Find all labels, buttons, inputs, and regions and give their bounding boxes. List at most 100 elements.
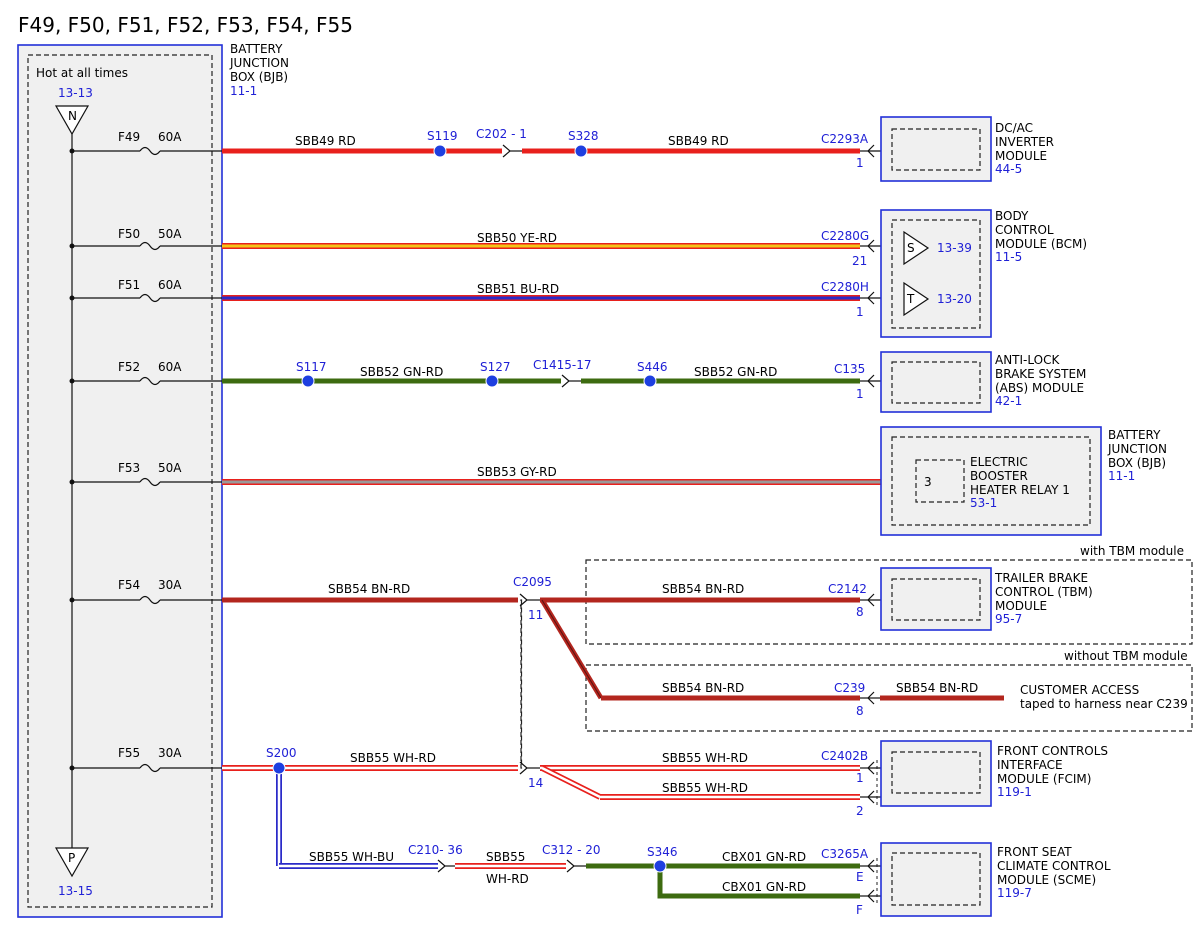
wire-label-f51: SBB51 BU-RD bbox=[477, 282, 559, 296]
connector-c2280h-pin: 1 bbox=[856, 305, 864, 319]
module-bcm-line-1: BODY bbox=[995, 209, 1029, 223]
module-tbm-line-3: MODULE bbox=[995, 599, 1047, 613]
module-scme-inner bbox=[891, 852, 981, 906]
connector-c2280g[interactable]: C2280G bbox=[821, 229, 869, 243]
bcm-t-ref[interactable]: 13-20 bbox=[937, 292, 972, 306]
connector-c2402b-pin-b: 2 bbox=[856, 804, 864, 818]
module-scme-line-1: FRONT SEAT bbox=[997, 845, 1072, 859]
module-dcac-line-2: INVERTER bbox=[995, 135, 1054, 149]
wire-label-f55-bu: SBB55 WH-BU bbox=[309, 850, 394, 864]
fuse-f54-id: F54 bbox=[118, 578, 140, 592]
module-fcim-line-3: MODULE (FCIM) bbox=[997, 772, 1091, 786]
connector-c239[interactable]: C239 bbox=[834, 681, 865, 695]
customer-access-1: CUSTOMER ACCESS bbox=[1020, 683, 1139, 697]
wire-label-f55-mid-2: WH-RD bbox=[486, 872, 529, 886]
c2095-dashed-link bbox=[520, 599, 523, 769]
module-fcim-line-2: INTERFACE bbox=[997, 758, 1063, 772]
module-scme-line-3: MODULE (SCME) bbox=[997, 873, 1096, 887]
connector-c202[interactable]: C202 - 1 bbox=[476, 127, 527, 141]
fuse-f50-rating: 50A bbox=[158, 227, 182, 241]
connector-c1415[interactable]: C1415-17 bbox=[533, 358, 592, 372]
wire-label-f54-c: SBB54 BN-RD bbox=[662, 681, 744, 695]
wire-label-f50: SBB50 YE-RD bbox=[477, 231, 557, 245]
bjb-box bbox=[17, 44, 223, 918]
connector-c2095[interactable]: C2095 bbox=[513, 575, 552, 589]
fuse-f51-id: F51 bbox=[118, 278, 140, 292]
fuse-f52-id: F52 bbox=[118, 360, 140, 374]
splice-s119-label: S119 bbox=[427, 129, 458, 143]
fuse-f50-id: F50 bbox=[118, 227, 140, 241]
splice-s127-label: S127 bbox=[480, 360, 511, 374]
module-scme-ref[interactable]: 119-7 bbox=[997, 886, 1032, 900]
option-with-tbm: with TBM module bbox=[1080, 544, 1184, 558]
connector-c2280g-pin: 21 bbox=[852, 254, 867, 268]
wire-label-f54-b: SBB54 BN-RD bbox=[662, 582, 744, 596]
fuse-f55-rating: 30A bbox=[158, 746, 182, 760]
connector-c312[interactable]: C312 - 20 bbox=[542, 843, 601, 857]
connector-c3265a[interactable]: C3265A bbox=[821, 847, 869, 861]
module-bjb2-line-1: BATTERY bbox=[1108, 428, 1161, 442]
connector-c312-icon bbox=[566, 859, 575, 873]
module-tbm-ref[interactable]: 95-7 bbox=[995, 612, 1022, 626]
splice-s346-label: S346 bbox=[647, 845, 678, 859]
connector-c210-icon bbox=[437, 859, 446, 873]
bcm-s-ref[interactable]: 13-39 bbox=[937, 241, 972, 255]
splice-s127[interactable] bbox=[485, 374, 499, 388]
module-fcim-inner bbox=[891, 751, 981, 794]
wire-label-f52-a: SBB52 GN-RD bbox=[360, 365, 443, 379]
splice-s200-label: S200 bbox=[266, 746, 297, 760]
module-dcac-inner bbox=[891, 128, 981, 171]
splice-s200[interactable] bbox=[272, 761, 286, 775]
module-tbm-line-2: CONTROL (TBM) bbox=[995, 585, 1093, 599]
splice-s119[interactable] bbox=[433, 144, 447, 158]
module-abs-line-3: (ABS) MODULE bbox=[995, 381, 1084, 395]
connector-c2142[interactable]: C2142 bbox=[828, 582, 867, 596]
top-ref-link[interactable]: 13-13 bbox=[58, 86, 93, 100]
wiring-diagram: F49, F50, F51, F52, F53, F54, F55 Hot at… bbox=[17, 13, 1193, 918]
connector-c2293a[interactable]: C2293A bbox=[821, 132, 869, 146]
wire-label-f53: SBB53 GY-RD bbox=[477, 465, 557, 479]
option-without-tbm: without TBM module bbox=[1064, 649, 1188, 663]
splice-s117-label: S117 bbox=[296, 360, 327, 374]
node-n-label: N bbox=[68, 109, 77, 123]
connector-c135[interactable]: C135 bbox=[834, 362, 865, 376]
wire-label-f49-b: SBB49 RD bbox=[668, 134, 729, 148]
module-tbm-line-1: TRAILER BRAKE bbox=[994, 571, 1088, 585]
fuse-f49-rating: 60A bbox=[158, 130, 182, 144]
fuse-f55-id: F55 bbox=[118, 746, 140, 760]
connector-c2280h[interactable]: C2280H bbox=[821, 280, 869, 294]
fuse-f54-rating: 30A bbox=[158, 578, 182, 592]
bjb-label-2: JUNCTION bbox=[229, 56, 289, 70]
module-bjb2-line-2: JUNCTION bbox=[1107, 442, 1167, 456]
splice-s328[interactable] bbox=[574, 144, 588, 158]
module-fcim-ref[interactable]: 119-1 bbox=[997, 785, 1032, 799]
bottom-ref-link[interactable]: 13-15 bbox=[58, 884, 93, 898]
wire-label-cbx-a: CBX01 GN-RD bbox=[722, 850, 806, 864]
module-bcm-ref[interactable]: 11-5 bbox=[995, 250, 1022, 264]
module-bjb2-ref[interactable]: 11-1 bbox=[1108, 469, 1135, 483]
connector-c202-icon bbox=[502, 144, 511, 158]
module-scme-line-2: CLIMATE CONTROL bbox=[997, 859, 1111, 873]
wire-label-f55-a: SBB55 WH-RD bbox=[350, 751, 436, 765]
splice-s446[interactable] bbox=[643, 374, 657, 388]
splice-s117[interactable] bbox=[301, 374, 315, 388]
connector-c210[interactable]: C210- 36 bbox=[408, 843, 463, 857]
splice-s328-label: S328 bbox=[568, 129, 599, 143]
module-dcac-line-1: DC/AC bbox=[995, 121, 1033, 135]
connector-c239-pin: 8 bbox=[856, 704, 864, 718]
module-abs-ref[interactable]: 42-1 bbox=[995, 394, 1022, 408]
connector-c2095-pin-a: 11 bbox=[528, 608, 543, 622]
connector-c2402b[interactable]: C2402B bbox=[821, 749, 868, 763]
wire-label-f49-a: SBB49 RD bbox=[295, 134, 356, 148]
relay-ref[interactable]: 53-1 bbox=[970, 496, 997, 510]
wire-label-f55-mid-1: SBB55 bbox=[486, 850, 525, 864]
module-dcac-line-3: MODULE bbox=[995, 149, 1047, 163]
diagram-title: F49, F50, F51, F52, F53, F54, F55 bbox=[18, 13, 353, 37]
customer-access-2: taped to harness near C239 bbox=[1020, 697, 1188, 711]
module-dcac-ref[interactable]: 44-5 bbox=[995, 162, 1022, 176]
bjb-ref-link[interactable]: 11-1 bbox=[230, 84, 257, 98]
wire-label-f55-c: SBB55 WH-RD bbox=[662, 781, 748, 795]
connector-c2142-pin: 8 bbox=[856, 605, 864, 619]
splice-s346[interactable] bbox=[653, 859, 667, 873]
connector-c3265a-pin-b: F bbox=[856, 903, 863, 917]
